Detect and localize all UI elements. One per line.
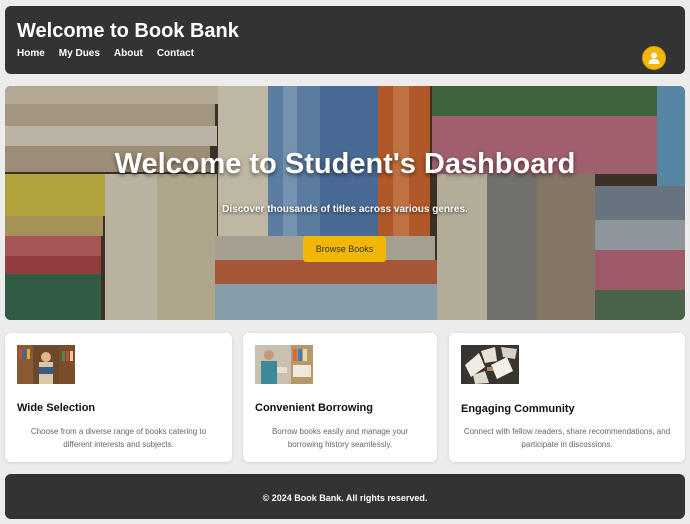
hero-subtitle: Discover thousands of titles across vari… bbox=[222, 204, 468, 215]
page-footer: © 2024 Book Bank. All rights reserved. bbox=[5, 474, 685, 519]
browse-books-button[interactable]: Browse Books bbox=[303, 236, 386, 262]
card-title: Wide Selection bbox=[17, 402, 96, 414]
top-header: Welcome to Book Bank Home My Dues About … bbox=[5, 6, 685, 74]
nav-about[interactable]: About bbox=[114, 48, 143, 59]
feature-card-wide-selection: Wide Selection Choose from a diverse ran… bbox=[5, 333, 232, 462]
hero-title: Welcome to Student's Dashboard bbox=[114, 148, 576, 180]
card-title: Convenient Borrowing bbox=[255, 402, 373, 414]
open-books-photo bbox=[461, 345, 519, 384]
books-background-image bbox=[5, 86, 685, 320]
site-title: Welcome to Book Bank bbox=[17, 20, 239, 42]
card-text: Borrow books easily and manage your borr… bbox=[271, 427, 409, 449]
nav-contact[interactable]: Contact bbox=[157, 48, 194, 59]
copyright-text: © 2024 Book Bank. All rights reserved. bbox=[262, 493, 428, 503]
card-text: Choose from a diverse range of books cat… bbox=[30, 427, 207, 449]
library-shelves-photo bbox=[17, 345, 75, 384]
feature-card-convenient-borrowing: Convenient Borrowing Borrow books easily… bbox=[243, 333, 437, 462]
main-nav: Home My Dues About Contact bbox=[17, 48, 194, 59]
card-text: Connect with fellow readers, share recom… bbox=[463, 427, 671, 449]
bookstore-person-photo bbox=[255, 345, 313, 384]
nav-home[interactable]: Home bbox=[17, 48, 45, 59]
feature-card-engaging-community: Engaging Community Connect with fellow r… bbox=[449, 333, 685, 462]
nav-my-dues[interactable]: My Dues bbox=[59, 48, 100, 59]
user-avatar-icon[interactable] bbox=[642, 46, 666, 70]
card-title: Engaging Community bbox=[461, 403, 575, 415]
hero-banner: Welcome to Student's Dashboard Discover … bbox=[5, 86, 685, 320]
